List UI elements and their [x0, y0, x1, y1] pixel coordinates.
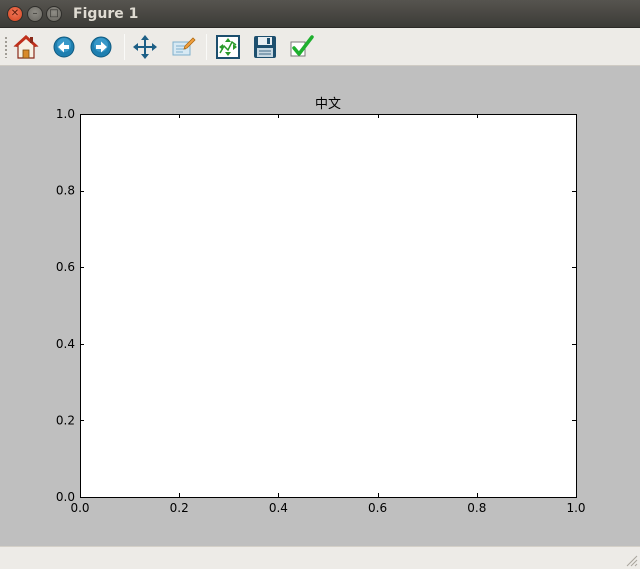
plot-figure[interactable]: 中文 0.0 0.2 0.4 0.6 0.8 1.0 0.00.20.40.60.81.0 [0, 66, 640, 546]
maximize-window-button[interactable]: □ [46, 6, 62, 22]
resize-grip-icon[interactable] [626, 555, 638, 567]
x-tick-label: 0.2 [170, 501, 189, 515]
subplots-icon [216, 35, 240, 59]
forward-button[interactable] [87, 33, 115, 61]
forward-icon [90, 36, 112, 58]
maximize-icon: □ [49, 8, 59, 19]
toolbar-grip[interactable] [4, 36, 8, 58]
close-icon: ✕ [10, 8, 20, 19]
save-icon [254, 36, 276, 58]
home-button[interactable] [12, 33, 40, 61]
back-icon [53, 36, 75, 58]
y-tick-label: 0.2 [56, 413, 75, 427]
y-tick-label: 0.8 [56, 184, 75, 198]
x-tick-label: 1.0 [566, 501, 585, 515]
title-bar[interactable]: ✕ – □ Figure 1 [0, 0, 640, 28]
y-tick-label: 0.4 [56, 337, 75, 351]
toolbar-separator [206, 34, 207, 60]
x-tick-label: 0.6 [368, 501, 387, 515]
axes-background[interactable] [80, 114, 576, 497]
close-window-button[interactable]: ✕ [7, 6, 23, 22]
x-tick-label: 0.8 [467, 501, 486, 515]
save-button[interactable] [251, 33, 279, 61]
minimize-icon: – [32, 8, 38, 19]
toolbar-separator [124, 34, 125, 60]
window-title: Figure 1 [73, 6, 139, 22]
y-tick-label: 0.0 [56, 490, 75, 504]
figure-canvas[interactable]: 中文 0.0 0.2 0.4 0.6 0.8 1.0 0.0 0.2 0.4 0.6 0.8 1.0 [0, 66, 640, 546]
navigation-toolbar [0, 28, 640, 66]
minimize-window-button[interactable]: – [27, 6, 43, 22]
chart-title: 中文 [315, 97, 341, 112]
figure-window: ✕ – □ Figure 1 中文 0.0 0.2 0.4 0.6 0.8 1.… [0, 0, 640, 569]
status-bar [0, 546, 640, 569]
zoom-icon [172, 37, 196, 56]
pan-button[interactable] [131, 33, 159, 61]
edit-check-icon [290, 35, 314, 57]
home-icon [13, 35, 39, 59]
pan-icon [133, 35, 157, 59]
edit-parameters-button[interactable] [288, 33, 316, 61]
y-tick-label: 1.0 [56, 107, 75, 121]
back-button[interactable] [50, 33, 78, 61]
x-tick-label: 0.4 [269, 501, 288, 515]
zoom-button[interactable] [169, 33, 197, 61]
y-tick-label: 0.6 [56, 260, 75, 274]
subplots-button[interactable] [214, 33, 242, 61]
